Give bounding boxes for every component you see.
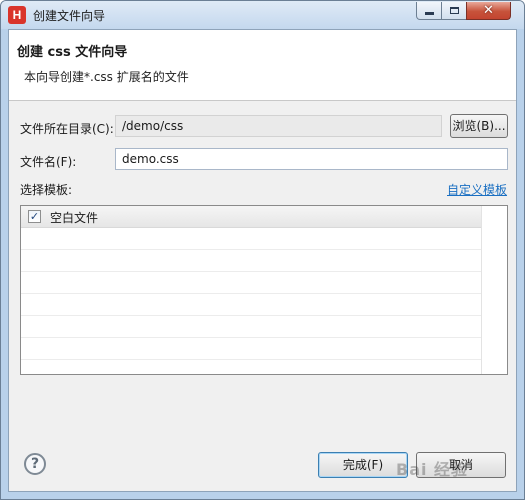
minimize-button[interactable]: [416, 2, 442, 20]
close-icon: ✕: [483, 3, 494, 18]
app-logo-icon: H: [8, 6, 26, 24]
maximize-button[interactable]: [441, 2, 467, 20]
empty-row: [21, 294, 481, 316]
dialog-window: H 创建文件向导 ✕ 创建 css 文件向导 本向导创建*.css 扩展名的文件…: [0, 0, 525, 500]
close-button[interactable]: ✕: [466, 2, 511, 20]
help-icon[interactable]: ?: [24, 453, 46, 475]
column-divider: [481, 206, 482, 374]
empty-row: [21, 338, 481, 360]
wizard-title: 创建 css 文件向导: [17, 45, 128, 60]
empty-row: [21, 250, 481, 272]
empty-row: [21, 316, 481, 338]
template-checkbox[interactable]: ✓: [28, 210, 41, 223]
filename-input[interactable]: demo.css: [115, 148, 508, 170]
maximize-icon: [449, 7, 459, 14]
minimize-icon: [424, 12, 434, 15]
template-list[interactable]: ✓ 空白文件: [20, 205, 508, 375]
empty-row: [21, 228, 481, 250]
directory-label: 文件所在目录(C):: [20, 122, 114, 136]
empty-row: [21, 272, 481, 294]
filename-label: 文件名(F):: [20, 155, 77, 169]
template-label: 选择模板:: [20, 183, 73, 197]
template-row[interactable]: ✓ 空白文件: [21, 206, 481, 228]
watermark: Bai 经验: [396, 460, 469, 479]
wizard-banner: 创建 css 文件向导 本向导创建*.css 扩展名的文件: [9, 30, 516, 101]
title-bar[interactable]: H 创建文件向导 ✕: [1, 1, 524, 29]
window-title: 创建文件向导: [33, 9, 106, 23]
custom-template-link[interactable]: 自定义模板: [447, 181, 507, 198]
finish-button[interactable]: 完成(F): [318, 452, 408, 478]
browse-button[interactable]: 浏览(B)...: [450, 114, 508, 138]
template-name: 空白文件: [50, 211, 99, 225]
dialog-client-area: 创建 css 文件向导 本向导创建*.css 扩展名的文件 文件所在目录(C):…: [8, 29, 517, 492]
directory-field: /demo/css: [115, 115, 442, 137]
wizard-description: 本向导创建*.css 扩展名的文件: [24, 70, 189, 84]
